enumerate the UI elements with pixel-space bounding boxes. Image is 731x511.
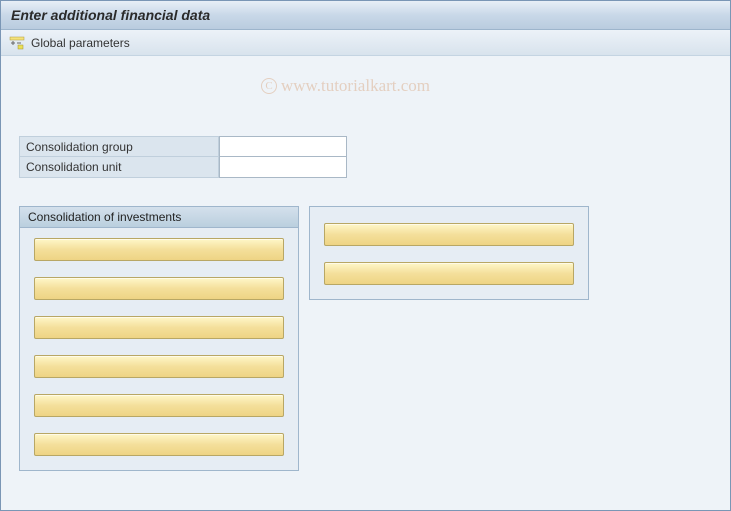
investment-button-2[interactable] [34,277,284,300]
global-parameters-icon[interactable] [9,35,25,51]
investment-button-4[interactable] [34,355,284,378]
toolbar: Global parameters [1,30,730,56]
form-area: Consolidation group Consolidation unit [1,56,730,178]
investment-button-1[interactable] [34,238,284,261]
app-window: Enter additional financial data Global p… [0,0,731,511]
investment-button-5[interactable] [34,394,284,417]
group-header-left: Consolidation of investments [20,207,298,228]
right-button-1[interactable] [324,223,574,246]
consolidation-unit-input[interactable] [219,157,347,178]
investment-button-3[interactable] [34,316,284,339]
groups-row: Consolidation of investments [1,206,730,471]
field-row-consolidation-unit: Consolidation unit [19,157,730,178]
group-right [309,206,589,300]
investment-button-6[interactable] [34,433,284,456]
window-title: Enter additional financial data [11,7,210,23]
field-row-consolidation-group: Consolidation group [19,136,730,157]
consolidation-group-label: Consolidation group [19,136,219,157]
consolidation-unit-label: Consolidation unit [19,157,219,178]
group-consolidation-investments: Consolidation of investments [19,206,299,471]
consolidation-group-input[interactable] [219,136,347,157]
global-parameters-label[interactable]: Global parameters [31,36,130,50]
right-button-2[interactable] [324,262,574,285]
title-bar: Enter additional financial data [1,1,730,30]
content-area: C www.tutorialkart.com Consolidation gro… [1,56,730,510]
